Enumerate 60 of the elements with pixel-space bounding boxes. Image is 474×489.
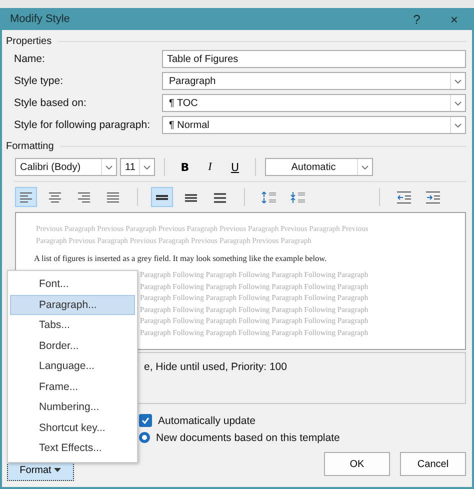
arrows-lines-icon bbox=[290, 190, 306, 204]
dropdown[interactable]: Paragraph bbox=[162, 72, 466, 90]
dropdown-value: Automatic bbox=[290, 162, 337, 172]
field-label: Style type: bbox=[14, 75, 64, 87]
help-button[interactable]: ? bbox=[407, 12, 426, 26]
menu-item[interactable]: Font... bbox=[10, 274, 135, 294]
align-right-icon bbox=[76, 190, 92, 204]
dropdown-value: ¶ Normal bbox=[168, 120, 210, 130]
bold-button[interactable]: B bbox=[174, 157, 196, 177]
arrows-lines-icon bbox=[261, 190, 277, 204]
field-label: Style based on: bbox=[14, 97, 88, 109]
italic-button[interactable]: I bbox=[199, 157, 221, 177]
size-dropdown[interactable]: 11 bbox=[120, 158, 155, 176]
dropdown-value: 11 bbox=[124, 162, 136, 172]
align-left-icon bbox=[18, 190, 34, 204]
menu-item[interactable]: Numbering... bbox=[10, 397, 135, 418]
option-label: New documents based on this template bbox=[156, 432, 340, 444]
indent-icon bbox=[425, 190, 441, 204]
menu-item[interactable]: Shortcut key... bbox=[10, 418, 135, 438]
field-label: Style for following paragraph: bbox=[14, 119, 151, 131]
checkbox[interactable] bbox=[139, 414, 152, 427]
align-left-button[interactable] bbox=[15, 187, 37, 207]
align-center-icon bbox=[47, 190, 63, 204]
align-justify-icon bbox=[105, 190, 121, 204]
section-heading: Properties bbox=[6, 36, 52, 47]
cancel-button[interactable]: Cancel bbox=[400, 452, 466, 476]
sample-text: A list of figures is inserted as a grey field. It may look something like the example below. bbox=[34, 254, 328, 263]
check-icon bbox=[141, 416, 150, 425]
window-title: Modify Style bbox=[10, 13, 71, 25]
menu-item[interactable]: Tabs... bbox=[10, 315, 135, 336]
dropdown-value: Calibri (Body) bbox=[19, 162, 82, 172]
chevron-down-icon bbox=[361, 164, 369, 170]
close-button[interactable]: × bbox=[444, 12, 464, 26]
section-heading: Formatting bbox=[6, 141, 54, 152]
menu-item[interactable]: Frame... bbox=[10, 376, 135, 397]
indent-icon bbox=[396, 190, 412, 204]
chevron-down-icon bbox=[454, 78, 462, 84]
name-field[interactable]: Table of Figures bbox=[162, 50, 466, 68]
underline-button[interactable]: U bbox=[224, 157, 246, 177]
caret-icon bbox=[54, 468, 62, 472]
font-dropdown[interactable]: Calibri (Body) bbox=[15, 158, 117, 176]
line-spacing-button[interactable] bbox=[151, 187, 173, 207]
chevron-down-icon bbox=[105, 164, 113, 170]
dropdown[interactable]: ¶ Normal bbox=[162, 116, 466, 134]
menu-item[interactable]: Language... bbox=[10, 356, 135, 376]
chevron-down-icon bbox=[454, 122, 462, 128]
dropdown[interactable]: ¶ TOC bbox=[162, 94, 466, 112]
chevron-down-icon bbox=[143, 164, 151, 170]
color-dropdown[interactable]: Automatic bbox=[265, 158, 373, 176]
chevron-down-icon bbox=[454, 100, 462, 106]
radio-button[interactable] bbox=[139, 432, 150, 443]
menu-item[interactable]: Paragraph... bbox=[10, 294, 135, 315]
option-label: Automatically update bbox=[158, 414, 256, 426]
menu-item[interactable]: Border... bbox=[10, 336, 135, 356]
dropdown-value: Paragraph bbox=[168, 76, 217, 86]
description-text: e, Hide until used, Priority: 100 bbox=[144, 361, 287, 373]
field-label: Name: bbox=[14, 53, 46, 65]
dropdown-value: ¶ TOC bbox=[168, 98, 199, 108]
ok-button[interactable]: OK bbox=[324, 452, 390, 476]
menu-item[interactable]: Text Effects... bbox=[10, 438, 135, 458]
